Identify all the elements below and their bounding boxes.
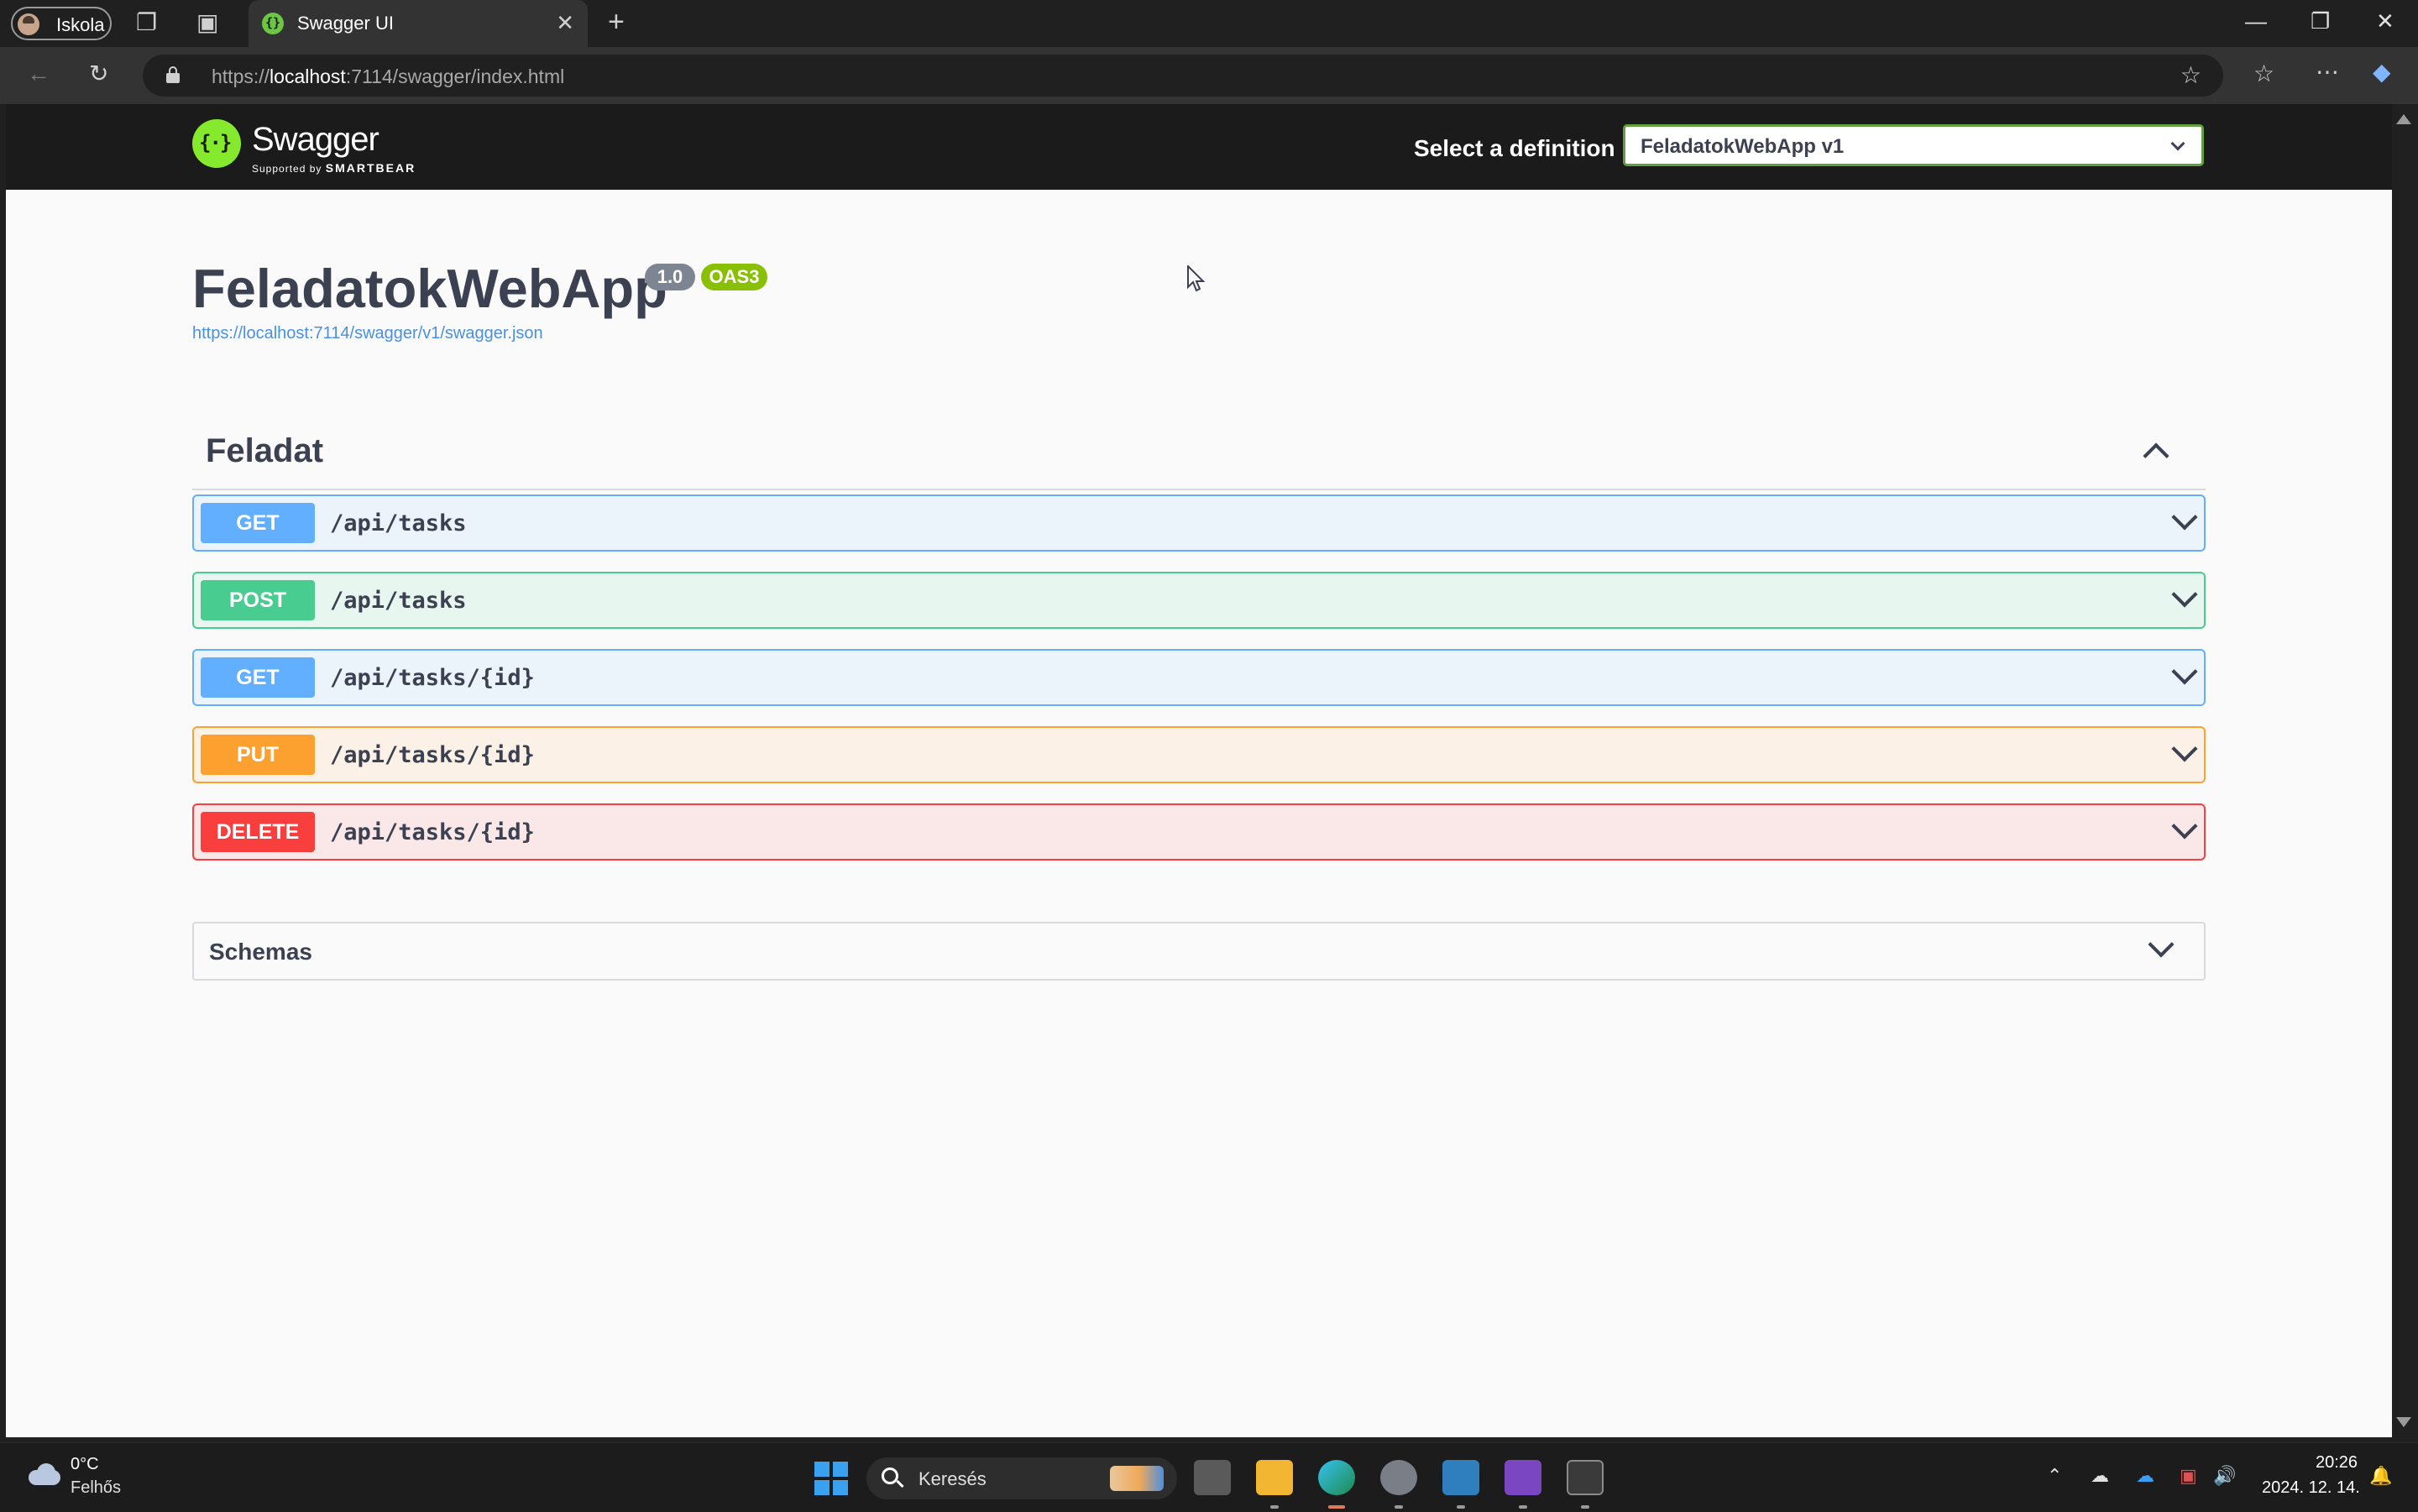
favorites-icon[interactable]: ☆ xyxy=(2253,62,2274,86)
method-badge: GET xyxy=(201,657,315,698)
file-explorer-icon[interactable] xyxy=(1256,1460,1293,1495)
network-cloud-icon[interactable]: ☁ xyxy=(2091,1465,2109,1487)
terminal-icon[interactable] xyxy=(1567,1460,1604,1495)
volume-icon[interactable]: 🔊 xyxy=(2213,1465,2236,1487)
more-menu-icon[interactable]: ⋯ xyxy=(2316,60,2339,84)
notification-bell-icon[interactable]: 🔔 xyxy=(2369,1465,2392,1487)
scroll-down-icon[interactable] xyxy=(2396,1417,2411,1427)
app-icon[interactable] xyxy=(1442,1460,1479,1495)
onedrive-icon[interactable]: ☁ xyxy=(2136,1465,2154,1487)
method-badge: PUT xyxy=(201,735,315,775)
swagger-topbar: Swagger Supported by SMARTBEAR Select a … xyxy=(6,104,2392,190)
chevron-up-icon[interactable]: ⌃ xyxy=(2047,1465,2062,1487)
swagger-logo-sub: Supported by SMARTBEAR xyxy=(252,161,416,175)
operation-path: /api/tasks xyxy=(330,510,467,536)
weather-desc[interactable]: Felhős xyxy=(71,1478,121,1498)
chevron-down-icon[interactable] xyxy=(2171,658,2198,685)
clock-date[interactable]: 2024. 12. 14. xyxy=(2262,1478,2360,1498)
chevron-down-icon xyxy=(2170,136,2185,151)
swagger-logo-name: Swagger xyxy=(252,121,379,158)
tag-section-header[interactable]: Feladat xyxy=(192,421,2206,490)
profile-avatar xyxy=(18,13,39,35)
chevron-down-icon[interactable] xyxy=(2171,504,2198,531)
search-icon xyxy=(882,1468,898,1484)
taskbar-search[interactable]: Keresés xyxy=(866,1457,1177,1499)
chevron-down-icon[interactable] xyxy=(2171,735,2198,762)
search-label: Keresés xyxy=(919,1468,987,1489)
schemas-section[interactable]: Schemas xyxy=(192,922,2206,981)
back-icon[interactable]: ← xyxy=(27,62,50,86)
favorite-star-icon[interactable]: ☆ xyxy=(2180,61,2201,89)
tab-swagger-ui[interactable]: Swagger UI ✕ xyxy=(249,0,588,47)
cloud-icon[interactable] xyxy=(25,1463,62,1485)
operation-path: /api/tasks xyxy=(330,588,467,614)
method-badge: GET xyxy=(201,503,315,543)
mouse-cursor-icon xyxy=(1187,265,1206,292)
page-content: Swagger Supported by SMARTBEAR Select a … xyxy=(6,104,2392,1437)
method-badge: POST xyxy=(201,580,315,620)
definition-label: Select a definition xyxy=(1414,135,1615,161)
new-tab-icon[interactable]: + xyxy=(608,8,625,36)
swagger-favicon-icon xyxy=(262,13,284,34)
settings-icon[interactable] xyxy=(1380,1460,1417,1495)
spec-url-link[interactable]: https://localhost:7114/swagger/v1/swagge… xyxy=(192,324,543,343)
copilot-icon[interactable]: ◆ xyxy=(2373,60,2391,84)
chevron-up-icon[interactable] xyxy=(2143,442,2169,469)
definition-value: FeladatokWebApp v1 xyxy=(1641,135,1845,158)
restore-icon[interactable]: ❐ xyxy=(2311,8,2330,34)
active-indicator xyxy=(1328,1505,1345,1509)
running-indicator xyxy=(1270,1505,1279,1509)
operation-put-task[interactable]: PUT /api/tasks/{id} xyxy=(192,726,2206,783)
browser-toolbar: ← ↻ https://localhost:7114/swagger/index… xyxy=(0,47,2418,104)
running-indicator xyxy=(1457,1505,1465,1509)
operation-get-tasks[interactable]: GET /api/tasks xyxy=(192,494,2206,552)
operation-post-tasks[interactable]: POST /api/tasks xyxy=(192,572,2206,629)
security-icon[interactable]: ▣ xyxy=(2180,1465,2197,1487)
edge-icon[interactable] xyxy=(1318,1460,1355,1495)
swagger-logo-icon[interactable] xyxy=(192,119,241,168)
profile-label: Iskola xyxy=(56,14,105,35)
url-text[interactable]: https://localhost:7114/swagger/index.htm… xyxy=(212,65,564,88)
minimize-icon[interactable]: — xyxy=(2245,8,2267,34)
browser-titlebar: Iskola ❐ ▣ Swagger UI ✕ + — ❐ ✕ xyxy=(0,0,2418,47)
chevron-down-icon[interactable] xyxy=(2148,931,2175,958)
version-badge: 1.0 xyxy=(645,264,695,290)
lock-icon[interactable] xyxy=(166,66,180,83)
running-indicator xyxy=(1581,1505,1589,1509)
running-indicator xyxy=(1395,1505,1403,1509)
scroll-up-icon[interactable] xyxy=(2396,114,2411,124)
workspaces-icon[interactable]: ❐ xyxy=(136,11,157,34)
visual-studio-icon[interactable] xyxy=(1505,1460,1541,1495)
definition-select[interactable]: FeladatokWebApp v1 xyxy=(1623,124,2204,166)
close-tab-icon[interactable]: ✕ xyxy=(556,10,574,36)
operation-get-task-by-id[interactable]: GET /api/tasks/{id} xyxy=(192,649,2206,706)
weather-temp[interactable]: 0°C xyxy=(71,1455,99,1474)
tag-name: Feladat xyxy=(206,432,324,469)
profile-button[interactable]: Iskola xyxy=(11,7,112,40)
task-view-icon[interactable] xyxy=(1194,1460,1231,1495)
operation-path: /api/tasks/{id} xyxy=(330,665,535,691)
operation-delete-task[interactable]: DELETE /api/tasks/{id} xyxy=(192,803,2206,861)
tab-title: Swagger UI xyxy=(297,13,394,34)
vertical-tabs-icon[interactable]: ▣ xyxy=(196,11,218,34)
address-bar[interactable]: https://localhost:7114/swagger/index.htm… xyxy=(143,55,2223,97)
close-window-icon[interactable]: ✕ xyxy=(2376,8,2394,34)
clock-time[interactable]: 20:26 xyxy=(2316,1453,2358,1473)
chevron-down-icon[interactable] xyxy=(2171,581,2198,608)
oas-badge: OAS3 xyxy=(701,264,767,290)
windows-start-icon[interactable] xyxy=(814,1462,848,1495)
taskbar: 0°C Felhős Keresés ⌃ ☁ ☁ ▣ 🔊 20:26 2024.… xyxy=(0,1442,2418,1512)
api-title: FeladatokWebApp xyxy=(192,258,667,319)
method-badge: DELETE xyxy=(201,812,315,852)
refresh-icon[interactable]: ↻ xyxy=(89,62,108,86)
schemas-label: Schemas xyxy=(209,939,312,965)
operation-path: /api/tasks/{id} xyxy=(330,742,535,768)
chevron-down-icon[interactable] xyxy=(2171,813,2198,840)
search-highlight-icon xyxy=(1110,1466,1164,1491)
running-indicator xyxy=(1519,1505,1527,1509)
operation-path: /api/tasks/{id} xyxy=(330,819,535,845)
